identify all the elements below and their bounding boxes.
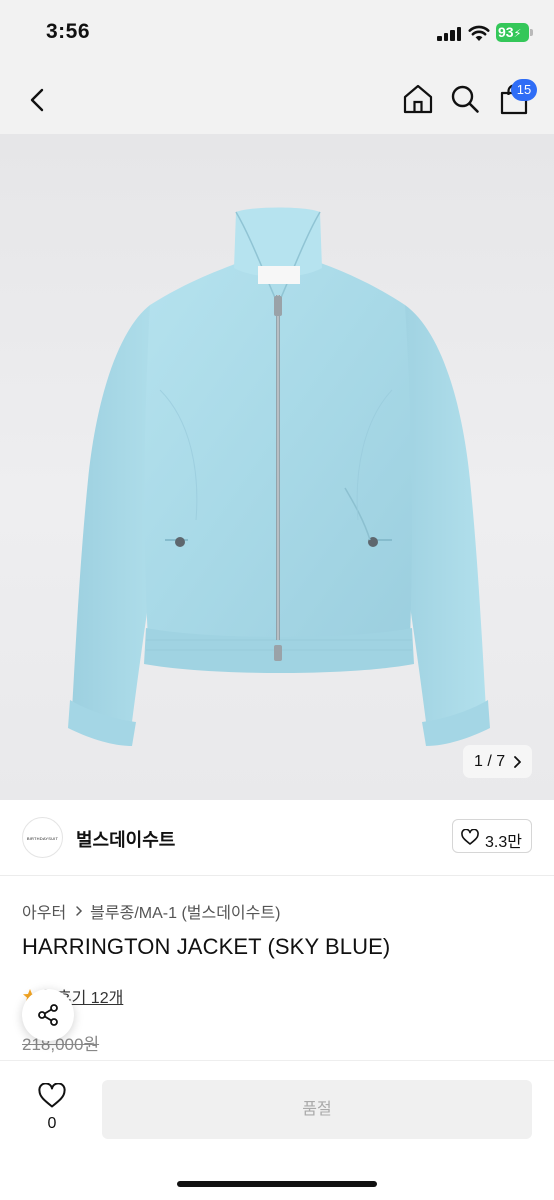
status-bar: 3:56 93⚡ [0, 0, 554, 66]
brand-row[interactable]: BIRTHDAYSUIT 벌스데이수트 3.3만 [0, 800, 554, 876]
search-icon[interactable] [450, 84, 480, 114]
brand-logo-text: BIRTHDAYSUIT [26, 836, 59, 841]
status-time: 3:56 [46, 20, 91, 43]
battery-icon: 93⚡ [496, 23, 529, 42]
home-icon[interactable] [402, 83, 434, 115]
product-image[interactable] [0, 134, 554, 800]
breadcrumb-item-subcategory[interactable]: 블루종/MA-1 (벌스데이수트) [90, 899, 280, 923]
wishlist-button[interactable]: 0 [34, 1083, 72, 1139]
share-button[interactable] [22, 989, 74, 1041]
brand-like-button[interactable]: 3.3만 [452, 819, 532, 853]
brand-logo[interactable]: BIRTHDAYSUIT [22, 817, 63, 858]
chevron-right-icon [76, 906, 83, 916]
share-icon [38, 1004, 58, 1026]
signal-icon [437, 26, 463, 41]
product-title: HARRINGTON JACKET (SKY BLUE) [22, 934, 391, 959]
brand-name[interactable]: 벌스데이수트 [76, 826, 175, 852]
heart-icon [38, 1083, 66, 1108]
breadcrumb: 아우터 블루종/MA-1 (벌스데이수트) [22, 899, 280, 923]
image-counter-text: 1 / 7 [474, 753, 506, 770]
wifi-icon [468, 25, 490, 41]
bottom-action-bar: 0 품절 [0, 1060, 554, 1200]
battery-cap [530, 29, 533, 36]
top-nav-bar [0, 66, 554, 134]
jacket-photo [68, 207, 490, 746]
image-counter[interactable]: 1 / 7 [463, 745, 532, 778]
chevron-left-icon[interactable] [24, 86, 52, 114]
cart-count-badge: 15 [511, 79, 537, 101]
wishlist-count: 0 [47, 1115, 57, 1132]
chevron-right-icon [514, 756, 521, 768]
breadcrumb-item-category[interactable]: 아우터 [22, 899, 66, 923]
home-indicator [177, 1181, 377, 1187]
battery-level: 93 [498, 24, 514, 40]
heart-icon [461, 829, 479, 845]
sold-out-button[interactable]: 품절 [102, 1080, 532, 1139]
brand-like-count: 3.3만 [485, 834, 522, 851]
